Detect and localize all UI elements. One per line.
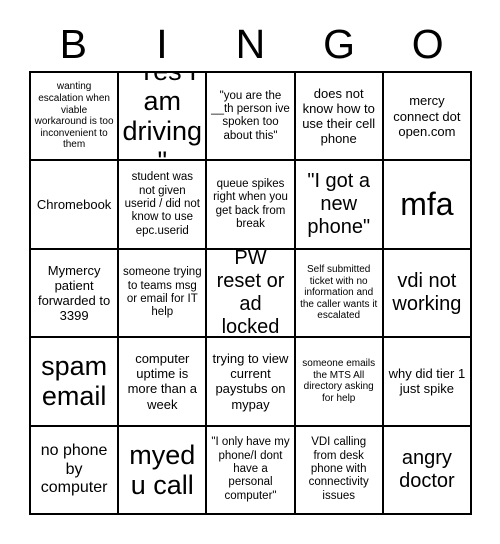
- bingo-cell-label: wanting escalation when viable workaroun…: [34, 81, 114, 151]
- bingo-cell-r1-c1[interactable]: wanting escalation when viable workaroun…: [31, 73, 120, 162]
- bingo-cell-r4-c4[interactable]: someone emails the MTS All directory ask…: [295, 338, 384, 427]
- bingo-cell-r2-c1[interactable]: Chromebook: [31, 161, 120, 250]
- bingo-cell-label: someone emails the MTS All directory ask…: [302, 358, 376, 404]
- bingo-cell-label: spam email: [41, 351, 108, 412]
- bingo-cell-r4-c2[interactable]: computer uptime is more than a week: [119, 338, 208, 427]
- bingo-cell-label: angry doctor: [399, 447, 455, 492]
- bingo-cell-label: someone trying to teams msg or email for…: [122, 266, 202, 319]
- bingo-cell-label: VDI calling from desk phone with connect…: [308, 436, 369, 502]
- bingo-cell-r4-c3[interactable]: trying to view current paystubs on mypay: [207, 338, 296, 427]
- bingo-cell-label: myedu call: [129, 439, 196, 500]
- header-letter-g: G: [323, 21, 356, 67]
- bingo-cell-label: queue spikes right when you get back fro…: [213, 177, 288, 230]
- bingo-cell-r2-c4[interactable]: "I got a new phone": [295, 161, 384, 250]
- bingo-cell-label: Chromebook: [36, 196, 112, 212]
- bingo-cell-label: PW reset or ad locked: [216, 249, 285, 338]
- bingo-cell-r3-c1[interactable]: Mymercy patient forwarded to 3399: [31, 249, 120, 339]
- bingo-cell-r1-c3[interactable]: "you are the __th person ive spoken too …: [207, 73, 296, 162]
- bingo-cell-label: "you are the __th person ive spoken too …: [211, 89, 290, 142]
- bingo-cell-label: "I got a new phone": [307, 170, 371, 238]
- bingo-cell-r2-c3[interactable]: queue spikes right when you get back fro…: [207, 161, 296, 250]
- bingo-grid: wanting escalation when viable workaroun…: [29, 71, 472, 515]
- bingo-cell-r2-c5[interactable]: mfa: [383, 161, 472, 250]
- bingo-cell-r4-c1[interactable]: spam email: [31, 338, 120, 427]
- bingo-cell-label: student was not given userid / did not k…: [124, 171, 200, 237]
- bingo-cell-label: why did tier 1 just spike: [388, 366, 466, 397]
- bingo-cell-label: Mymercy patient forwarded to 3399: [37, 262, 111, 324]
- bingo-cell-r1-c2[interactable]: "Yes I am driving": [119, 73, 208, 162]
- bingo-cell-r5-c2[interactable]: myedu call: [119, 426, 208, 515]
- bingo-cell-r4-c5[interactable]: why did tier 1 just spike: [383, 338, 472, 427]
- bingo-cell-label: no phone by computer: [40, 442, 108, 496]
- bingo-cell-r5-c3[interactable]: "I only have my phone/I dont have a pers…: [207, 426, 296, 515]
- header-letter-i: I: [156, 21, 168, 67]
- bingo-cell-label: computer uptime is more than a week: [127, 350, 197, 412]
- bingo-cell-label: "I only have my phone/I dont have a pers…: [211, 436, 290, 502]
- bingo-cell-label: does not know how to use their cell phon…: [302, 85, 376, 147]
- bingo-cell-label: "Yes I am driving": [122, 73, 203, 159]
- bingo-cell-label: mercy connect dot open.com: [393, 93, 461, 139]
- bingo-cell-r3-c4[interactable]: Self submitted ticket with no informatio…: [295, 249, 384, 339]
- bingo-cell-r3-c2[interactable]: someone trying to teams msg or email for…: [119, 249, 208, 339]
- bingo-cell-r5-c1[interactable]: no phone by computer: [31, 426, 120, 515]
- bingo-cell-r1-c4[interactable]: does not know how to use their cell phon…: [295, 73, 384, 162]
- bingo-cell-r2-c2[interactable]: student was not given userid / did not k…: [119, 161, 208, 250]
- bingo-cell-r5-c5[interactable]: angry doctor: [383, 426, 472, 515]
- bingo-cell-label: mfa: [400, 186, 454, 222]
- header-letter-b: B: [59, 21, 87, 67]
- bingo-header: B I N G O: [29, 18, 472, 70]
- bingo-cell-label: vdi not working: [392, 270, 462, 315]
- bingo-cell-r3-c3[interactable]: PW reset or ad locked: [207, 249, 296, 339]
- bingo-cell-r5-c4[interactable]: VDI calling from desk phone with connect…: [295, 426, 384, 515]
- bingo-cell-label: trying to view current paystubs on mypay: [212, 350, 289, 412]
- bingo-cell-label: Self submitted ticket with no informatio…: [300, 264, 378, 322]
- bingo-cell-r3-c5[interactable]: vdi not working: [383, 249, 472, 339]
- bingo-card: B I N G O wanting escalation when viable…: [0, 0, 500, 544]
- bingo-cell-r1-c5[interactable]: mercy connect dot open.com: [383, 73, 472, 162]
- header-letter-o: O: [411, 21, 444, 67]
- header-letter-n: N: [235, 21, 266, 67]
